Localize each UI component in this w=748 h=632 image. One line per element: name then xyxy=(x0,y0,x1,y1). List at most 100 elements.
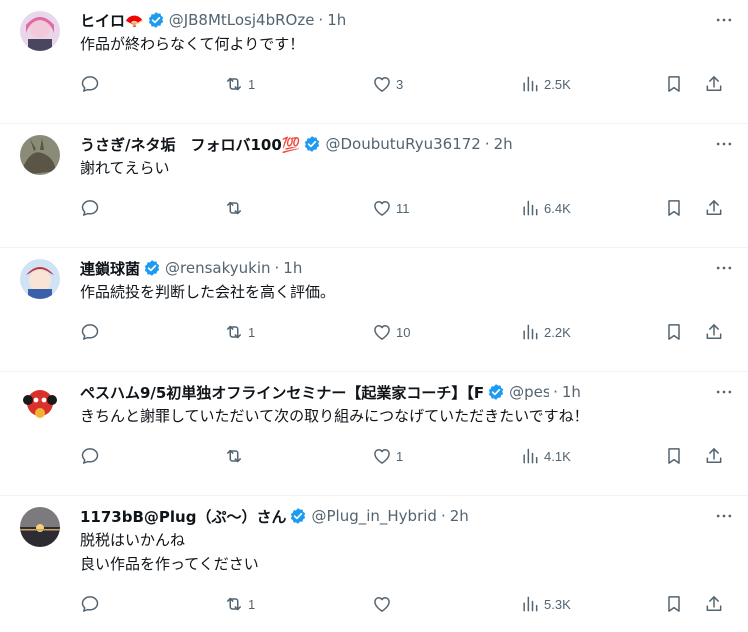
avatar[interactable] xyxy=(20,135,60,175)
tweet-header: 連鎖球菌 @rensakyukin · 1h xyxy=(80,256,732,280)
bookmark-button[interactable] xyxy=(664,73,684,95)
action-bar: 1 4.1K xyxy=(80,434,732,480)
share-icon xyxy=(706,596,722,611)
timestamp[interactable]: 1h xyxy=(283,259,302,277)
reply-button[interactable] xyxy=(80,321,104,343)
more-icon[interactable] xyxy=(712,134,736,154)
bookmark-icon xyxy=(668,324,680,340)
retweet-button[interactable] xyxy=(224,445,248,467)
view-count: 4.1K xyxy=(544,448,571,464)
handle[interactable]: @rensakyukin xyxy=(165,259,270,277)
display-name[interactable]: 連鎖球菌 xyxy=(80,258,140,279)
bookmark-button[interactable] xyxy=(664,445,684,467)
display-name[interactable]: ヒイロ🪭 xyxy=(80,10,144,31)
like-button[interactable]: 1 xyxy=(372,445,403,467)
reply-icon xyxy=(81,200,99,216)
retweet-count: 1 xyxy=(248,596,256,612)
timestamp[interactable]: 2h xyxy=(494,135,513,153)
bookmark-icon xyxy=(668,200,680,216)
verified-badge-icon xyxy=(291,508,306,524)
timestamp[interactable]: 1h xyxy=(562,383,581,401)
tweet-text: 作品続投を判断した会社を高く評価。 xyxy=(80,283,336,301)
retweet-button[interactable]: 1 xyxy=(224,321,255,343)
reply-icon xyxy=(81,324,99,340)
more-icon[interactable] xyxy=(712,258,736,278)
reply-button[interactable] xyxy=(80,197,104,219)
tweet-text: 謝れてえらい xyxy=(80,159,170,177)
timestamp[interactable]: 1h xyxy=(327,11,346,29)
avatar[interactable] xyxy=(20,259,60,299)
retweet-icon xyxy=(227,325,241,339)
share-button[interactable] xyxy=(704,321,724,343)
views-button[interactable]: 5.3K xyxy=(520,593,571,615)
tweet[interactable]: 1173bB@Plug（ぷ〜）さん @Plug_in_Hybrid · 2h 脱… xyxy=(0,496,748,632)
views-icon xyxy=(523,596,538,612)
view-count: 2.5K xyxy=(544,76,571,92)
tweet[interactable]: ヒイロ🪭 @JB8MtLosj4bROze · 1h 作品が終わらなくて何よりで… xyxy=(0,0,748,124)
avatar[interactable] xyxy=(20,11,60,51)
share-icon xyxy=(706,76,722,91)
avatar[interactable] xyxy=(20,507,60,547)
handle[interactable]: @Plug_in_Hybrid xyxy=(311,507,436,525)
handle[interactable]: @pes xyxy=(509,383,549,401)
like-icon xyxy=(374,325,390,340)
retweet-icon xyxy=(227,77,241,91)
avatar[interactable] xyxy=(20,383,60,423)
display-name[interactable]: うさぎ/ネタ垢 フォロバ100💯 xyxy=(80,134,300,155)
share-icon xyxy=(706,448,722,463)
share-button[interactable] xyxy=(704,445,724,467)
share-button[interactable] xyxy=(704,197,724,219)
share-button[interactable] xyxy=(704,73,724,95)
handle[interactable]: @DoubutuRyu36172 xyxy=(325,135,480,153)
tweet[interactable]: うさぎ/ネタ垢 フォロバ100💯 @DoubutuRyu36172 · 2h 謝… xyxy=(0,124,748,248)
action-bar: 1 10 2.2K xyxy=(80,310,732,356)
display-name[interactable]: ペスハム9/5初単独オフラインセミナー【起業家コーチ】【F xyxy=(80,382,484,403)
views-button[interactable]: 2.5K xyxy=(520,73,571,95)
like-icon xyxy=(374,77,390,92)
retweet-icon xyxy=(227,201,241,215)
timestamp[interactable]: 2h xyxy=(450,507,469,525)
bookmark-button[interactable] xyxy=(664,321,684,343)
like-icon xyxy=(374,597,390,612)
like-button[interactable] xyxy=(372,593,396,615)
separator-dot: · xyxy=(318,11,324,29)
tweet[interactable]: 連鎖球菌 @rensakyukin · 1h 作品続投を判断した会社を高く評価。… xyxy=(0,248,748,372)
retweet-count: 1 xyxy=(248,76,256,92)
tweet-header: ペスハム9/5初単独オフラインセミナー【起業家コーチ】【F @pes · 1h xyxy=(80,380,732,404)
reply-icon xyxy=(81,76,99,92)
tweet-text: 脱税はいかんね 良い作品を作ってください xyxy=(80,531,259,573)
retweet-button[interactable]: 1 xyxy=(224,73,255,95)
timeline-feed: ヒイロ🪭 @JB8MtLosj4bROze · 1h 作品が終わらなくて何よりで… xyxy=(0,0,748,632)
view-count: 5.3K xyxy=(544,596,571,612)
action-bar: 1 5.3K xyxy=(80,582,732,628)
handle[interactable]: @JB8MtLosj4bROze xyxy=(169,11,315,29)
views-button[interactable]: 2.2K xyxy=(520,321,571,343)
retweet-button[interactable] xyxy=(224,197,248,219)
verified-badge-icon xyxy=(144,260,160,276)
tweet-text: きちんと謝罪していただいて次の取り組みにつなげていただきたいですね！ xyxy=(80,407,589,425)
more-icon[interactable] xyxy=(712,382,736,402)
more-icon[interactable] xyxy=(712,506,736,526)
like-icon xyxy=(374,201,390,216)
tweet-text: 作品が終わらなくて何よりです！ xyxy=(80,35,305,53)
like-button[interactable]: 3 xyxy=(372,73,403,95)
display-name[interactable]: 1173bB@Plug（ぷ〜）さん xyxy=(80,506,286,527)
share-button[interactable] xyxy=(704,593,724,615)
retweet-button[interactable]: 1 xyxy=(224,593,255,615)
views-button[interactable]: 4.1K xyxy=(520,445,571,467)
like-button[interactable]: 10 xyxy=(372,321,410,343)
bookmark-button[interactable] xyxy=(664,197,684,219)
bookmark-icon xyxy=(668,76,680,92)
more-icon[interactable] xyxy=(712,10,736,30)
retweet-icon xyxy=(227,597,241,611)
bookmark-button[interactable] xyxy=(664,593,684,615)
separator-dot: · xyxy=(553,383,558,401)
tweet[interactable]: ペスハム9/5初単独オフラインセミナー【起業家コーチ】【F @pes · 1h … xyxy=(0,372,748,496)
reply-button[interactable] xyxy=(80,593,104,615)
like-button[interactable]: 11 xyxy=(372,197,410,219)
views-icon xyxy=(523,200,538,216)
like-count: 11 xyxy=(396,200,410,216)
reply-button[interactable] xyxy=(80,73,104,95)
views-button[interactable]: 6.4K xyxy=(520,197,571,219)
reply-button[interactable] xyxy=(80,445,104,467)
